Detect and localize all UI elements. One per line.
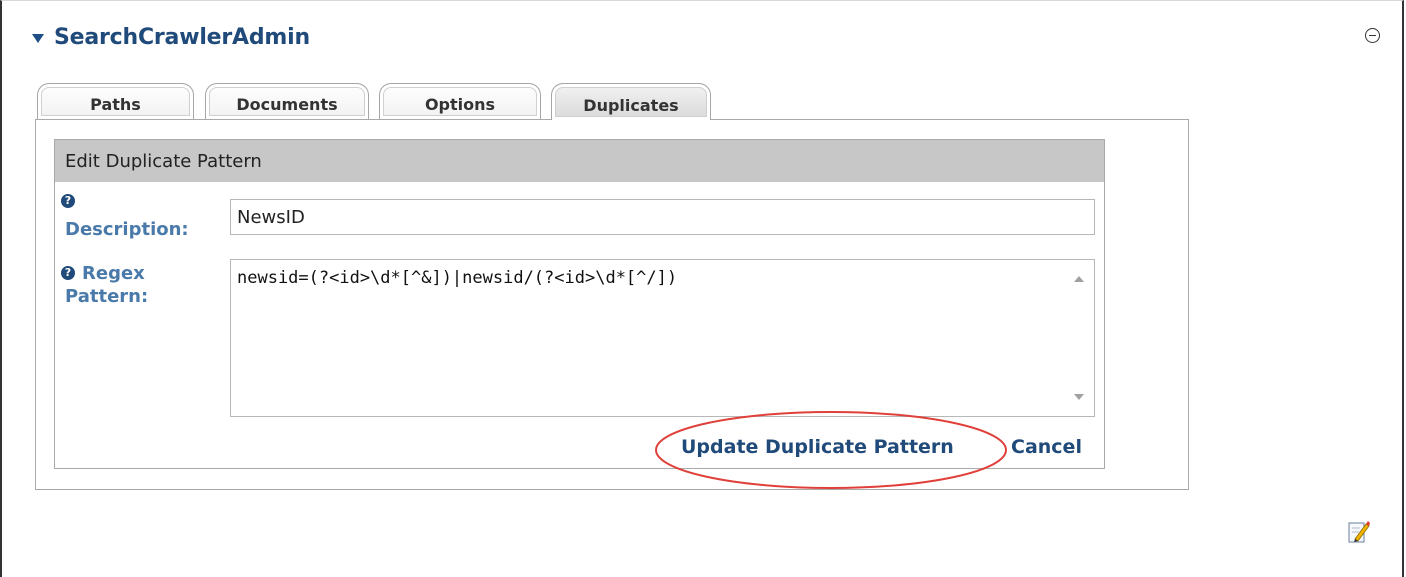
question-circle-icon[interactable]: ? (61, 194, 75, 208)
tab-paths[interactable]: Paths (37, 83, 194, 119)
tab-duplicates[interactable]: Duplicates (551, 83, 711, 120)
circle-minus-icon[interactable] (1365, 28, 1380, 43)
regex-pattern-value: newsid=(?<id>\d*[^&])|newsid/(?<id>\d*[^… (237, 268, 678, 288)
regex-label-line2: Pattern: (65, 286, 149, 307)
tab-label: Options (424, 95, 496, 114)
question-circle-icon[interactable]: ? (61, 266, 75, 280)
tab-label: Documents (236, 95, 338, 114)
description-input[interactable] (230, 199, 1095, 235)
triangle-down-icon[interactable] (32, 34, 44, 43)
tab-documents[interactable]: Documents (205, 83, 369, 119)
regex-pattern-textarea[interactable]: newsid=(?<id>\d*[^&])|newsid/(?<id>\d*[^… (230, 259, 1095, 417)
tab-label: Duplicates (583, 96, 679, 115)
textarea-scrollbar[interactable] (1064, 260, 1094, 416)
module-title: SearchCrawlerAdmin (54, 25, 310, 50)
module-header: SearchCrawlerAdmin (32, 25, 310, 50)
pencil-edit-icon[interactable] (1348, 518, 1370, 544)
description-label: Description: (65, 219, 189, 240)
tab-label: Paths (90, 95, 141, 114)
scroll-down-icon[interactable] (1074, 394, 1084, 400)
tab-options[interactable]: Options (379, 83, 541, 119)
edit-header: Edit Duplicate Pattern (55, 140, 1104, 182)
regex-label-line1: Regex (82, 263, 145, 284)
update-duplicate-pattern-button[interactable]: Update Duplicate Pattern (681, 436, 954, 458)
scroll-up-icon[interactable] (1074, 276, 1084, 282)
cancel-button[interactable]: Cancel (1011, 436, 1082, 458)
module-container: SearchCrawlerAdmin Paths Documents Optio… (0, 0, 1404, 577)
